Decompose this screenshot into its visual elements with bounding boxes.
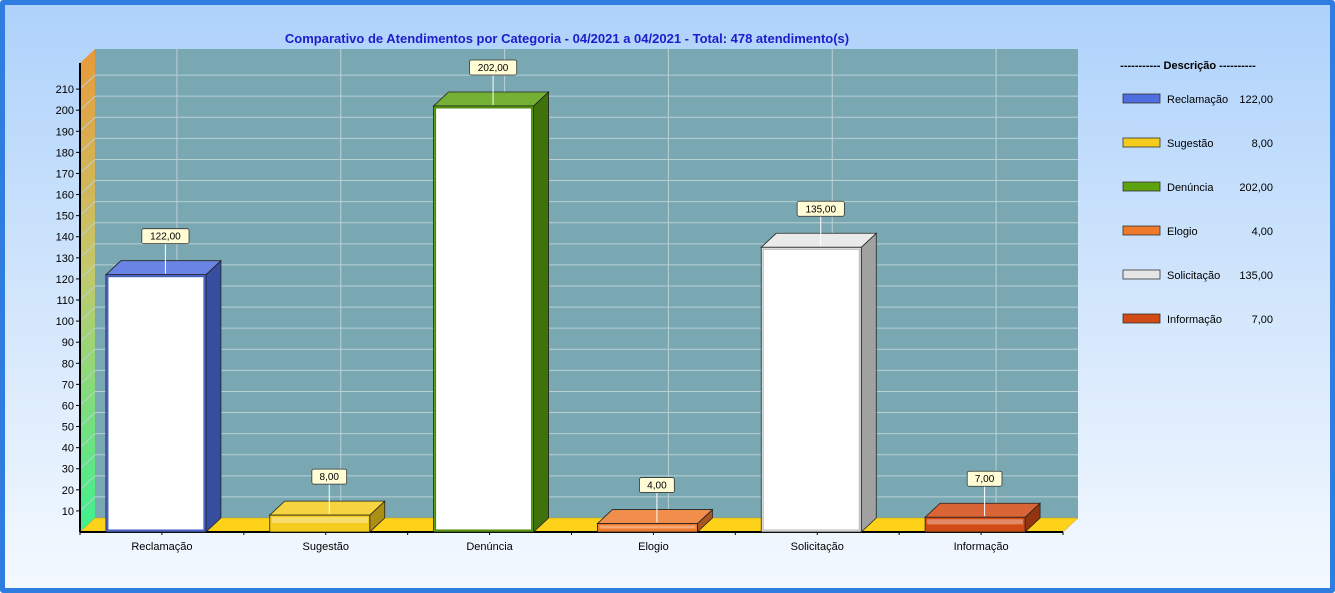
y-tick-label: 50 — [62, 422, 74, 434]
bar-reclamação: 122,00 — [104, 228, 222, 533]
y-tick-label: 60 — [62, 400, 74, 412]
legend-value: 7,00 — [1252, 314, 1273, 326]
bar-side — [533, 91, 549, 533]
legend-value: 122,00 — [1239, 94, 1273, 106]
bar-solicitação: 135,00 — [760, 200, 878, 533]
y-tick-label: 80 — [62, 358, 74, 370]
data-label: 4,00 — [647, 481, 667, 492]
legend-item: Sugestão 8,00 — [1122, 137, 1273, 150]
bar-top — [432, 91, 550, 107]
bar-side — [205, 259, 222, 533]
legend-value: 135,00 — [1239, 270, 1273, 282]
bar-front-highlight — [271, 517, 368, 524]
y-tick-label: 170 — [56, 168, 74, 180]
legend-swatch — [1122, 269, 1161, 280]
y-tick-label: 30 — [62, 464, 74, 476]
y-tick-label: 150 — [56, 211, 74, 223]
x-tick-label: Solicitação — [791, 541, 844, 553]
legend-swatch — [1122, 137, 1161, 148]
legend-item: Informação 7,00 — [1122, 313, 1273, 326]
bar-top — [760, 232, 878, 248]
legend-value: 4,00 — [1252, 226, 1273, 238]
y-tick-label: 180 — [56, 147, 74, 159]
chart-title: Comparativo de Atendimentos por Categori… — [285, 31, 849, 46]
y-tick-label: 200 — [56, 105, 74, 117]
bar-front-highlight — [435, 107, 533, 531]
legend-swatch — [1122, 313, 1161, 324]
legend-title: ----------- Descrição ---------- — [1120, 60, 1256, 72]
data-label: 122,00 — [150, 232, 181, 243]
bar-top — [924, 502, 1042, 518]
bar-front-highlight — [107, 276, 205, 531]
legend-label: Sugestão — [1167, 138, 1213, 150]
data-label: 135,00 — [805, 204, 836, 215]
legend-item: Denúncia 202,00 — [1122, 181, 1273, 194]
y-tick-label: 100 — [56, 316, 74, 328]
legend-swatch — [1122, 93, 1161, 104]
data-label: 202,00 — [478, 63, 509, 74]
y-tick-label: 110 — [56, 295, 74, 307]
x-tick-label: Elogio — [638, 541, 669, 553]
legend-swatch — [1122, 181, 1161, 192]
bar-top — [596, 509, 714, 524]
y-tick-label: 10 — [62, 506, 74, 518]
bar-side — [860, 232, 877, 533]
bar-front-highlight — [927, 519, 1024, 525]
y-tick-label: 140 — [56, 232, 74, 244]
left-wall — [80, 49, 95, 532]
y-tick-label: 190 — [56, 126, 74, 138]
y-tick-label: 160 — [56, 190, 74, 202]
bar-front-highlight — [762, 248, 860, 531]
back-wall — [95, 49, 1078, 518]
data-label: 7,00 — [975, 474, 995, 485]
bar-top — [104, 260, 222, 276]
legend-label: Denúncia — [1167, 182, 1214, 194]
legend-label: Informação — [1167, 314, 1222, 326]
legend-value: 202,00 — [1239, 182, 1273, 194]
y-tick-label: 210 — [56, 84, 74, 96]
y-tick-label: 90 — [62, 337, 74, 349]
bar-chart: Comparativo de Atendimentos por Categori… — [56, 31, 1273, 553]
legend-label: Solicitação — [1167, 270, 1220, 282]
x-tick-label: Informação — [954, 541, 1009, 553]
legend-item: Solicitação 135,00 — [1122, 269, 1273, 282]
bar-denúncia: 202,00 — [432, 59, 550, 533]
x-tick-label: Sugestão — [303, 541, 349, 553]
legend-swatch — [1122, 225, 1161, 236]
legend-label: Reclamação — [1167, 94, 1228, 106]
bar-top — [268, 500, 386, 516]
y-tick-label: 20 — [62, 485, 74, 497]
legend-value: 8,00 — [1252, 138, 1273, 150]
y-tick-label: 40 — [62, 443, 74, 455]
x-tick-label: Denúncia — [466, 541, 513, 553]
y-tick-label: 70 — [62, 379, 74, 391]
legend-item: Elogio 4,00 — [1122, 225, 1273, 238]
data-label: 8,00 — [320, 472, 340, 483]
y-tick-label: 130 — [56, 253, 74, 265]
legend-label: Elogio — [1167, 226, 1198, 238]
y-tick-label: 120 — [56, 274, 74, 286]
x-tick-label: Reclamação — [131, 541, 192, 553]
bar-front-highlight — [599, 525, 696, 529]
legend-item: Reclamação 122,00 — [1122, 93, 1273, 106]
